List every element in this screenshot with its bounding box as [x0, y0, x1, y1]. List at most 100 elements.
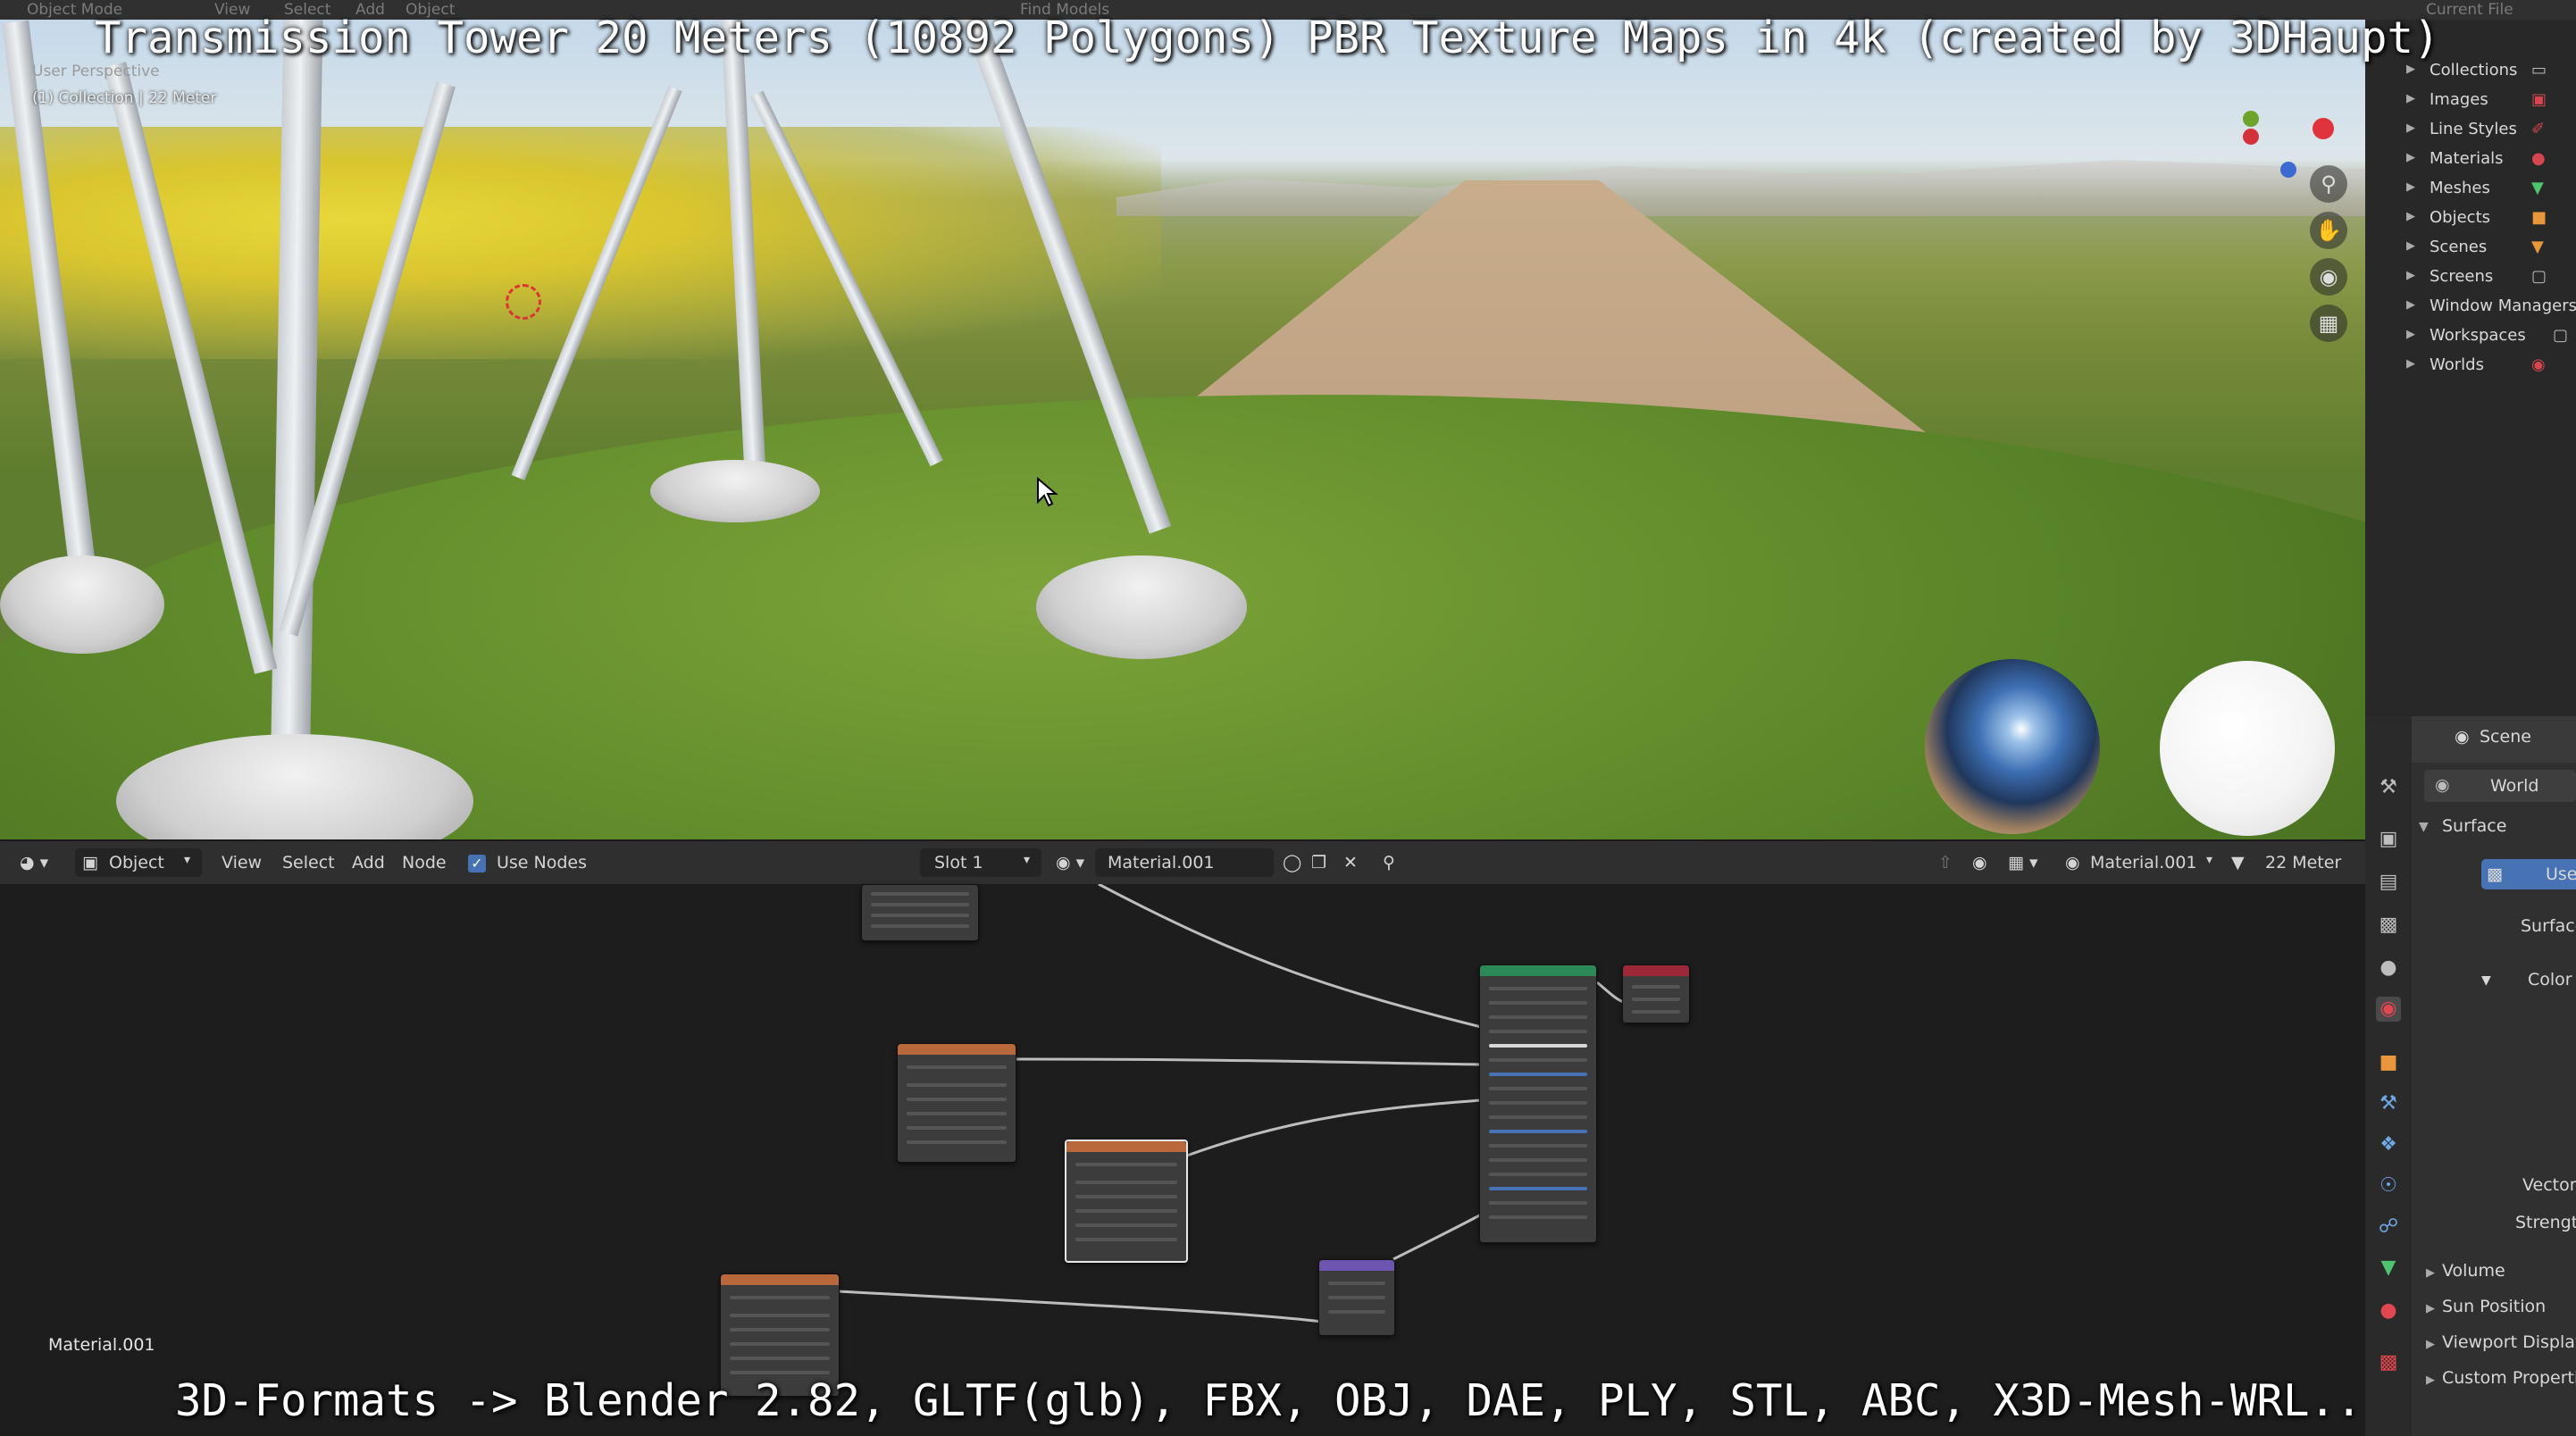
- expand-arrow-icon[interactable]: ▶: [2406, 180, 2415, 194]
- expand-arrow-icon[interactable]: ▶: [2406, 239, 2415, 253]
- outliner-item-images[interactable]: ▶ Images ▣: [2365, 87, 2576, 115]
- properties-tab-bar: ⚒ ▣ ▤ ▩ ● ◉ ■ ⚒ ❖ ☉ ☍ ▼ ● ▩: [2365, 716, 2412, 1436]
- close-icon[interactable]: ✕: [1343, 853, 1358, 872]
- expand-arrow-icon[interactable]: ▶: [2406, 121, 2415, 135]
- material-output-node[interactable]: [1622, 964, 1690, 1023]
- render-tab-icon[interactable]: ▣: [2376, 827, 2401, 852]
- expand-arrow-icon[interactable]: ▶: [2426, 1266, 2435, 1280]
- object-breadcrumb[interactable]: 22 Meter: [2265, 853, 2341, 872]
- expand-arrow-icon[interactable]: ▶: [2406, 328, 2415, 341]
- color-collapse-arrow-icon[interactable]: ▼: [2481, 973, 2491, 988]
- node-menu-node[interactable]: Node: [402, 853, 447, 872]
- outliner-item-screens[interactable]: ▶ Screens ▢: [2365, 263, 2576, 292]
- outliner-item-meshes[interactable]: ▶ Meshes ▼: [2365, 175, 2576, 204]
- view-name: User Perspective: [32, 63, 160, 80]
- use-nodes-checkbox[interactable]: ✓: [468, 855, 486, 872]
- data-tab-icon[interactable]: ▼: [2376, 1256, 2401, 1281]
- outliner-item-objects[interactable]: ▶ Objects ■: [2365, 205, 2576, 233]
- expand-arrow-icon[interactable]: ▶: [2426, 1302, 2435, 1315]
- gizmo-neg-x-axis[interactable]: [2243, 129, 2259, 145]
- surface-field-label: Surface: [2521, 916, 2576, 936]
- outliner-item-window-managers[interactable]: ▶ Window Managers: [2365, 293, 2576, 321]
- material-tab-icon[interactable]: ●: [2376, 1298, 2401, 1323]
- gizmo-y-axis[interactable]: [2243, 111, 2259, 127]
- world-tab-icon[interactable]: ◉: [2376, 997, 2401, 1022]
- world-selector[interactable]: ◉ World: [2424, 770, 2576, 802]
- linestyle-icon: ✐: [2531, 120, 2546, 138]
- duplicate-icon[interactable]: ❐: [1311, 853, 1326, 872]
- outliner-item-label: Objects: [2430, 208, 2491, 227]
- material-browse-icon[interactable]: ◉ ▾: [1056, 853, 1084, 872]
- scene-tab-icon[interactable]: ●: [2376, 956, 2401, 981]
- slot-dropdown[interactable]: Slot 1 ▾: [920, 848, 1041, 877]
- viewport-display-panel[interactable]: Viewport Display: [2442, 1332, 2576, 1352]
- chevron-down-icon[interactable]: ▾: [2206, 853, 2212, 867]
- collection-label: (1) Collection | 22 Meter: [32, 89, 217, 107]
- gizmo-x-axis[interactable]: [2313, 118, 2334, 139]
- node-menu-view[interactable]: View: [222, 853, 262, 872]
- video-title-overlay: Transmission Tower 20 Meters (10892 Poly…: [95, 13, 2440, 63]
- expand-arrow-icon[interactable]: ▶: [2406, 151, 2415, 164]
- texture-node-top[interactable]: [861, 884, 979, 941]
- fake-user-icon[interactable]: ◯: [1283, 853, 1301, 872]
- image-texture-node[interactable]: [897, 1043, 1016, 1163]
- parent-node-icon[interactable]: ⇧: [1938, 853, 1953, 872]
- tool-tab-icon[interactable]: ⚒: [2376, 775, 2401, 800]
- gizmo-z-axis[interactable]: [2280, 162, 2296, 178]
- custom-properties-panel[interactable]: Custom Properties: [2442, 1368, 2576, 1388]
- surface-panel-header[interactable]: Surface: [2442, 816, 2506, 836]
- sun-position-panel[interactable]: Sun Position: [2442, 1297, 2546, 1316]
- expand-arrow-icon[interactable]: ▶: [2406, 269, 2415, 282]
- pin-icon[interactable]: ⚲: [1383, 853, 1395, 872]
- snap-icon[interactable]: ◉: [1972, 853, 1987, 872]
- camera-icon[interactable]: ◉: [2310, 258, 2347, 296]
- outliner-item-label: Screens: [2430, 267, 2494, 286]
- outliner-item-materials[interactable]: ▶ Materials ●: [2365, 146, 2576, 174]
- zoom-icon[interactable]: ⚲: [2310, 165, 2347, 203]
- expand-arrow-icon[interactable]: ▶: [2426, 1373, 2435, 1387]
- node-icon: ▩: [2487, 864, 2503, 884]
- expand-arrow-icon[interactable]: ▶: [2426, 1338, 2435, 1351]
- outliner-panel: ▶ Collections ▭ ▶ Images ▣ ▶ Line Styles…: [2365, 20, 2576, 716]
- outliner-item-worlds[interactable]: ▶ Worlds ◉: [2365, 352, 2576, 380]
- texture-tab-icon[interactable]: ▩: [2376, 1350, 2401, 1375]
- material-name-field[interactable]: Material.001: [1095, 848, 1274, 877]
- modifier-tab-icon[interactable]: ⚒: [2376, 1091, 2401, 1116]
- principled-bsdf-node[interactable]: [1479, 964, 1597, 1243]
- grid-ortho-icon[interactable]: ▦: [2310, 305, 2347, 342]
- object-tab-icon[interactable]: ■: [2376, 1050, 2401, 1075]
- outliner-item-workspaces[interactable]: ▶ Workspaces ▢: [2365, 322, 2576, 351]
- editor-type-icon[interactable]: ◕ ▾: [20, 853, 48, 872]
- volume-panel[interactable]: Volume: [2442, 1261, 2505, 1281]
- snap-target-icon[interactable]: ▦ ▾: [2008, 853, 2038, 872]
- output-tab-icon[interactable]: ▤: [2376, 870, 2401, 895]
- particles-tab-icon[interactable]: ❖: [2376, 1132, 2401, 1157]
- normal-map-node[interactable]: [1318, 1259, 1395, 1336]
- 3d-viewport[interactable]: User Perspective (1) Collection | 22 Met…: [0, 20, 2365, 839]
- object-type-icon: ▣: [82, 853, 98, 872]
- outliner-item-label: Worlds: [2430, 355, 2484, 374]
- 3d-cursor-icon[interactable]: [506, 284, 541, 320]
- expand-arrow-icon[interactable]: ▶: [2406, 210, 2415, 223]
- image-texture-node-selected[interactable]: [1065, 1140, 1188, 1263]
- expand-arrow-icon[interactable]: ▶: [2406, 63, 2415, 76]
- use-nodes-button[interactable]: ▩ Use: [2481, 859, 2576, 889]
- color-field-label: Color: [2528, 970, 2572, 989]
- node-editor-canvas[interactable]: [0, 884, 2365, 1436]
- object-type-label: Object: [109, 853, 164, 872]
- expand-arrow-icon[interactable]: ▶: [2406, 298, 2415, 312]
- node-menu-add[interactable]: Add: [352, 853, 385, 872]
- pan-hand-icon[interactable]: ✋: [2310, 212, 2347, 249]
- outliner-item-line-styles[interactable]: ▶ Line Styles ✐: [2365, 116, 2576, 145]
- expand-arrow-icon[interactable]: ▶: [2406, 357, 2415, 371]
- material-breadcrumb[interactable]: Material.001: [2090, 853, 2197, 872]
- view-layer-tab-icon[interactable]: ▩: [2376, 913, 2401, 938]
- outliner-item-scenes[interactable]: ▶ Scenes ▼: [2365, 234, 2576, 263]
- collapse-arrow-icon[interactable]: ▼: [2419, 820, 2429, 834]
- physics-tab-icon[interactable]: ☉: [2376, 1173, 2401, 1198]
- object-type-dropdown[interactable]: ▣ Object ▾: [75, 848, 202, 877]
- hdri-chrome-sphere: [1925, 659, 2100, 834]
- constraint-tab-icon[interactable]: ☍: [2376, 1215, 2401, 1240]
- node-menu-select[interactable]: Select: [282, 853, 335, 872]
- expand-arrow-icon[interactable]: ▶: [2406, 92, 2415, 105]
